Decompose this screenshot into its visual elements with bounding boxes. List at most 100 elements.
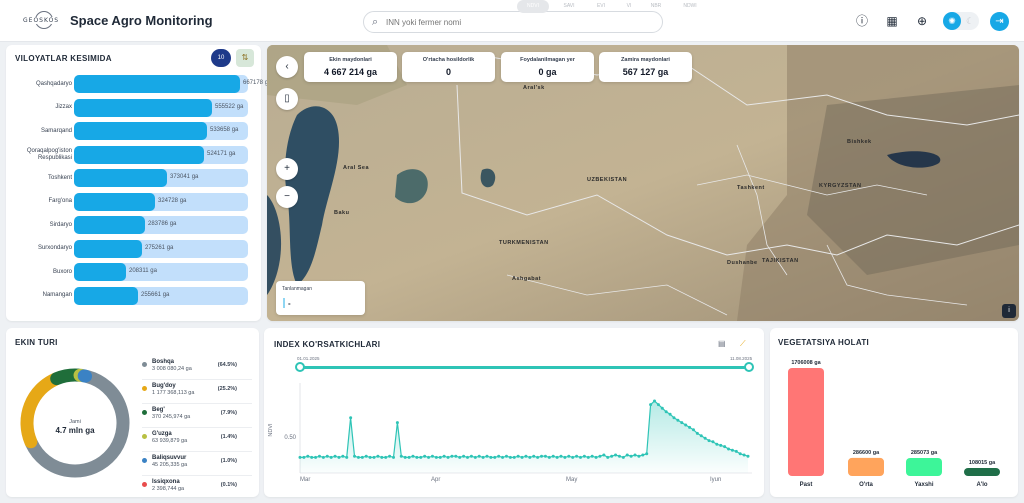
index-line-chart[interactable]: 0.50 NDVI Mar Apr May Iyun <box>264 375 764 497</box>
stat-box: Ekin maydonlari 4 667 214 ga <box>304 52 397 82</box>
range-end-handle[interactable] <box>744 362 754 372</box>
region-row[interactable]: Namangan 255661 ga <box>6 286 261 306</box>
crop-area: 2 398,744 ga <box>152 486 185 492</box>
chart-type-icon[interactable]: ⟋ <box>740 339 746 349</box>
data-point <box>723 445 727 449</box>
region-value: 324728 ga <box>158 197 187 204</box>
region-bar-track[interactable]: 283786 ga <box>74 216 248 234</box>
data-point <box>637 454 641 458</box>
data-point <box>395 421 399 425</box>
region-row[interactable]: Surxondaryo 275261 ga <box>6 239 261 259</box>
data-point <box>610 454 614 458</box>
crop-legend-item[interactable]: Issiqxona 2 398,744 ga (0.1%) <box>142 478 252 500</box>
tab-ndwi[interactable]: NDWI <box>675 0 705 13</box>
tab-vi[interactable]: VI <box>619 0 639 13</box>
region-bar-track[interactable]: 667178 ga <box>74 75 271 93</box>
sun-icon[interactable]: ✺ <box>943 12 961 30</box>
data-point <box>633 453 637 457</box>
search-input[interactable] <box>386 15 656 30</box>
data-point <box>337 455 341 459</box>
info-icon[interactable]: ⓘ <box>855 14 869 28</box>
map-card[interactable]: UZBEKISTAN TURKMENISTAN KYRGYZSTAN TAJIK… <box>267 45 1019 321</box>
satellite-map[interactable] <box>267 45 1019 321</box>
globe-icon[interactable]: ⊕ <box>915 14 929 28</box>
data-point <box>403 455 407 459</box>
map-info-icon[interactable]: i <box>1002 304 1016 318</box>
data-point <box>524 454 528 458</box>
moon-icon[interactable]: ☾ <box>961 12 979 30</box>
crop-legend-item[interactable]: Beg' 370 245,974 ga (7.9%) <box>142 406 252 428</box>
data-point <box>578 455 582 459</box>
data-point <box>333 454 337 458</box>
data-point <box>621 455 625 459</box>
range-end-label: 11.08.2025 <box>730 356 753 361</box>
data-point <box>727 447 731 451</box>
crop-legend-item[interactable]: Baliqsuvvur 45 205,335 ga (1.0%) <box>142 454 252 476</box>
region-row[interactable]: Toshkent 373041 ga <box>6 168 261 188</box>
sort-icon[interactable]: ⇅ <box>236 49 254 67</box>
region-bar-fill <box>74 75 240 93</box>
crop-name: Bug'doy <box>152 383 176 389</box>
data-point <box>563 455 567 459</box>
tab-nbr[interactable]: NBR <box>644 0 668 13</box>
region-bar-track[interactable]: 533658 ga <box>74 122 248 140</box>
crop-legend-item[interactable]: Bug'doy 1 177 368,113 ga (25.2%) <box>142 382 252 404</box>
region-bar-fill <box>74 263 126 281</box>
region-bar-track[interactable]: 373041 ga <box>74 169 248 187</box>
donut-total-value: 4.7 mln ga <box>55 426 95 435</box>
data-point <box>497 454 501 458</box>
x-tick-label: Mar <box>300 477 310 483</box>
region-row[interactable]: Samarqand 533658 ga <box>6 121 261 141</box>
data-point <box>321 455 325 459</box>
logout-icon[interactable]: ⇥ <box>990 12 1009 31</box>
tab-savi[interactable]: SAVI <box>556 0 582 13</box>
region-row[interactable]: Qashqadaryo 667178 ga <box>6 74 271 94</box>
collapse-panel-icon[interactable]: ‹ <box>276 56 298 78</box>
region-bar-track[interactable]: 255661 ga <box>74 286 248 305</box>
crop-legend-item[interactable]: Boshqa 3 008 080,24 ga (64.5%) <box>142 358 252 380</box>
crop-area: 1 177 368,113 ga <box>152 390 195 396</box>
stat-box: Foydalanilmagan yer 0 ga <box>501 52 594 82</box>
range-start-handle[interactable] <box>295 362 305 372</box>
region-bar-track[interactable]: 555522 ga <box>74 98 248 117</box>
app-title: Space Agro Monitoring <box>70 13 213 28</box>
region-bar-track[interactable]: 208311 ga <box>74 263 248 281</box>
logo[interactable]: GEOSKOS <box>22 11 62 31</box>
search-box[interactable]: ⌕ <box>363 11 663 33</box>
vegetation-bar-chart[interactable]: 1706008 ga Past 286600 ga O'rta 285073 ga Yax… <box>770 328 1018 497</box>
series-area <box>300 401 748 473</box>
crop-color-dot <box>142 362 147 367</box>
region-bar-track[interactable]: 275261 ga <box>74 239 248 258</box>
regions-count-badge[interactable]: 10 <box>211 49 231 67</box>
date-range-track[interactable] <box>299 366 750 369</box>
calendar-icon[interactable]: ▦ <box>885 14 899 28</box>
data-point <box>668 412 672 416</box>
crop-name: Baliqsuvvur <box>152 455 187 461</box>
map-layers-icon[interactable]: ▯ <box>276 88 298 110</box>
crop-color-dot <box>142 386 147 391</box>
region-name: Samarqand <box>40 127 72 134</box>
stat-box: O'rtacha hosildorlik 0 <box>402 52 495 82</box>
crop-percent: (1.4%) <box>220 434 237 440</box>
tab-ndvi[interactable]: NDVI <box>517 0 549 13</box>
region-row[interactable]: Qoraqalpog'iston Respublikasi 524171 ga <box>6 145 261 165</box>
tab-evi[interactable]: EVI <box>589 0 613 13</box>
region-value: 283786 ga <box>148 221 177 227</box>
region-row[interactable]: Farg'ona 324728 ga <box>6 192 261 212</box>
region-bar-track[interactable]: 324728 ga <box>74 192 248 211</box>
theme-toggle[interactable]: ✺ ☾ <box>943 12 979 30</box>
vegetation-category-label: Past <box>800 482 813 488</box>
export-icon[interactable]: ▤ <box>718 339 726 348</box>
region-row[interactable]: Sirdaryo 283786 ga <box>6 215 261 235</box>
region-bar-track[interactable]: 524171 ga <box>74 145 248 164</box>
data-point <box>306 454 310 458</box>
zoom-in-icon[interactable]: + <box>276 158 298 180</box>
crop-legend-item[interactable]: G'uzga 63 939,879 ga (1.4%) <box>142 430 252 452</box>
region-row[interactable]: Jizzax 555522 ga <box>6 98 261 118</box>
data-point <box>734 449 738 453</box>
data-point <box>653 399 657 403</box>
region-value: 533658 ga <box>210 127 239 133</box>
zoom-out-icon[interactable]: − <box>276 186 298 208</box>
crop-color-dot <box>142 458 147 463</box>
region-row[interactable]: Buxoro 208311 ga <box>6 262 261 282</box>
